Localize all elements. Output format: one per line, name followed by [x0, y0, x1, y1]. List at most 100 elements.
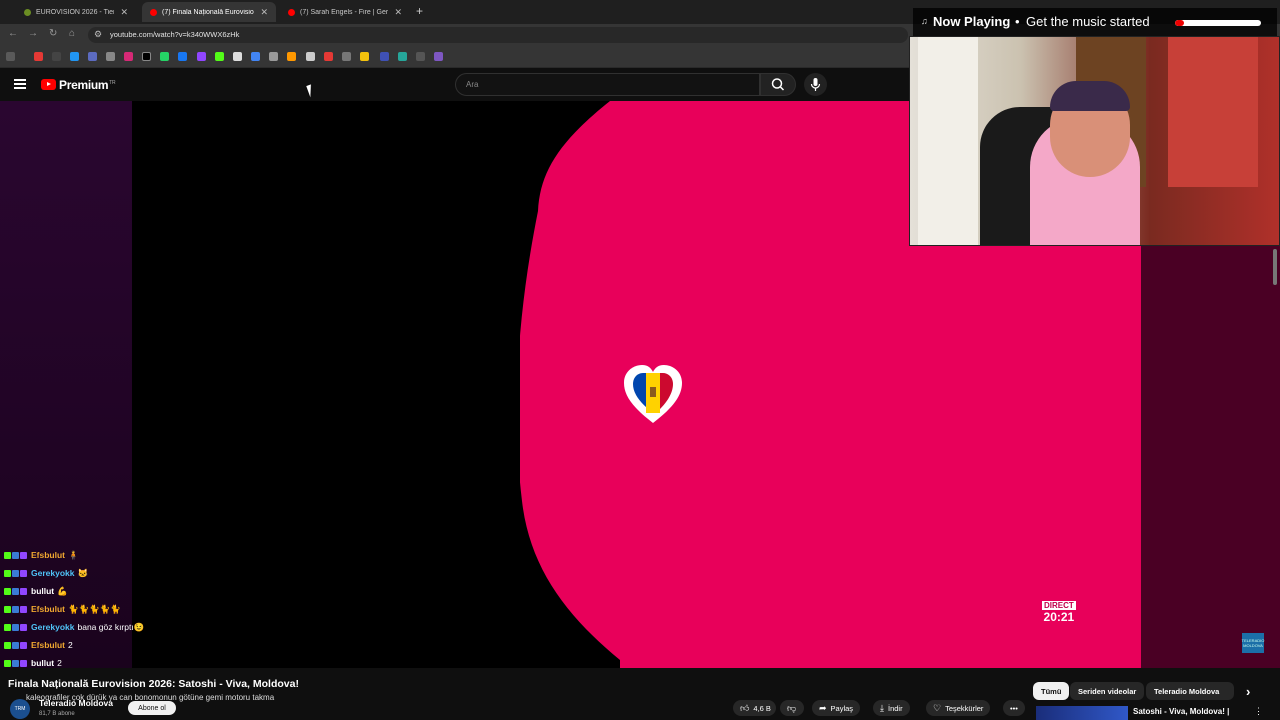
facebook-icon[interactable] — [178, 52, 187, 61]
chat-badges-icon — [4, 623, 27, 631]
chat-username: Gerekyokk — [31, 568, 75, 578]
chip-all[interactable]: Tümü — [1033, 682, 1070, 700]
song-progress-bar — [1175, 20, 1261, 26]
chat-text: 2 — [57, 658, 62, 668]
recommended-more-icon[interactable]: ⋮ — [1254, 706, 1263, 717]
tab-title: (7) Sarah Engels - Fire | German — [300, 8, 389, 16]
bookmark-icon[interactable] — [306, 52, 315, 61]
chat-badges-icon — [4, 659, 27, 667]
twitch-icon[interactable] — [197, 52, 206, 61]
url-text: youtube.com/watch?v=k340WWX6zHk — [110, 30, 240, 39]
chips-next-icon[interactable]: › — [1238, 682, 1258, 700]
youtube-premium-logo[interactable]: PremiumTR — [59, 78, 116, 92]
chat-text: bana göz kırptı — [77, 622, 134, 632]
tab-sarah-engels[interactable]: (7) Sarah Engels - Fire | German ✕ — [280, 2, 410, 22]
youtube-logo-icon[interactable] — [41, 79, 56, 90]
chat-message: Efsbulut 2 — [4, 636, 304, 654]
chat-emote-icon: 😉 — [133, 621, 145, 632]
thanks-button[interactable]: ♡ Teşekkürler — [926, 700, 991, 716]
bookmark-icon[interactable] — [52, 52, 61, 61]
broadcast-time: 20:21 — [1043, 610, 1075, 624]
bookmark-icon[interactable] — [34, 52, 43, 61]
bookmark-icon[interactable] — [360, 52, 369, 61]
thumbs-down-icon: 👎︎ — [787, 702, 797, 713]
recommended-video-title[interactable]: Satoshi - Viva, Moldova! | — [1133, 707, 1229, 716]
chat-message: Efsbulut 🧍 — [4, 546, 304, 564]
forward-icon[interactable]: → — [28, 28, 38, 39]
separator: • — [1015, 14, 1020, 29]
site-info-icon[interactable]: ⚙ — [94, 29, 102, 40]
hamburger-menu-icon[interactable] — [14, 79, 26, 89]
chat-username: Efsbulut — [31, 640, 65, 650]
thanks-heart-icon: ♡ — [933, 702, 942, 713]
new-tab-button[interactable]: + — [416, 4, 423, 18]
share-button[interactable]: ➦ Paylaş — [812, 700, 861, 716]
recommended-video-thumbnail[interactable] — [1036, 706, 1128, 720]
url-field[interactable]: ⚙ youtube.com/watch?v=k340WWX6zHk — [88, 27, 908, 43]
close-tab-icon[interactable]: ✕ — [120, 7, 128, 18]
bookmark-icon[interactable] — [398, 52, 407, 61]
dislike-button[interactable]: 👎︎ — [780, 700, 804, 716]
bookmark-icon[interactable] — [434, 52, 443, 61]
whatsapp-icon[interactable] — [160, 52, 169, 61]
tab-eurovision-tier-list[interactable]: EUROVISION 2026 - Tier List, B ✕ — [16, 2, 136, 22]
download-label: İndir — [887, 703, 903, 713]
apps-icon[interactable] — [6, 52, 15, 61]
home-icon[interactable]: ⌂ — [69, 28, 75, 39]
bookmark-icon[interactable] — [287, 52, 296, 61]
chip-series-videos[interactable]: Seriden videolar — [1070, 682, 1145, 700]
thanks-label: Teşekkürler — [945, 703, 984, 713]
bookmark-icon[interactable] — [269, 52, 278, 61]
webcam-cabinet — [1168, 37, 1258, 187]
dark-curve-shape — [500, 101, 620, 668]
like-button[interactable]: 👍︎ 4,6 B — [733, 700, 776, 716]
like-count: 4,6 B — [753, 703, 771, 713]
chat-emote-icon: 🐱 — [77, 567, 89, 578]
bookmark-icon[interactable] — [342, 52, 351, 61]
bookmark-icon[interactable] — [324, 52, 333, 61]
channel-avatar[interactable]: TRM — [10, 699, 30, 719]
bookmark-icon[interactable] — [380, 52, 389, 61]
bookmark-icon[interactable] — [88, 52, 97, 61]
tab-title: EUROVISION 2026 - Tier List, B — [36, 8, 115, 16]
bookmark-icon[interactable] — [106, 52, 115, 61]
chat-badges-icon — [4, 605, 27, 613]
song-title: Get the music started — [1026, 14, 1150, 29]
kick-icon[interactable] — [215, 52, 224, 61]
back-icon[interactable]: ← — [8, 28, 18, 39]
scrollbar-thumb[interactable] — [1273, 249, 1277, 285]
chat-username: Efsbulut — [31, 604, 65, 614]
chat-overlay: Efsbulut 🧍 Gerekyokk 🐱 bullut 💪 Efsbulut 🐈🐈🐈🐈🐈 G… — [4, 546, 304, 672]
bookmark-icon[interactable] — [233, 52, 242, 61]
chat-message: Efsbulut 🐈🐈🐈🐈🐈 — [4, 600, 304, 618]
search-button[interactable] — [760, 73, 796, 96]
region-code: TR — [109, 80, 116, 86]
download-button[interactable]: ⤓ İndir — [873, 700, 910, 716]
video-title: Finala Națională Eurovision 2026: Satosh… — [8, 678, 299, 690]
chat-badges-icon — [4, 641, 27, 649]
bookmark-icon[interactable] — [251, 52, 260, 61]
bookmark-icon[interactable] — [416, 52, 425, 61]
webcam-door — [918, 37, 978, 245]
microphone-icon — [810, 78, 821, 91]
tab-finala-nationala[interactable]: (7) Finala Națională Eurovision ✕ — [142, 2, 276, 22]
more-actions-button[interactable]: ••• — [1003, 700, 1025, 716]
chip-channel[interactable]: Teleradio Moldova — [1146, 682, 1234, 700]
bookmark-icon[interactable] — [70, 52, 79, 61]
subscribe-button[interactable]: Abone ol — [128, 701, 176, 715]
reload-icon[interactable]: ↻ — [49, 28, 57, 39]
now-playing-label: Now Playing — [933, 14, 1011, 29]
x-icon[interactable] — [142, 52, 151, 61]
chat-badges-icon — [4, 551, 27, 559]
tab-title: (7) Finala Națională Eurovision — [162, 8, 255, 16]
search-input[interactable]: Ara — [455, 73, 760, 96]
instagram-icon[interactable] — [124, 52, 133, 61]
channel-watermark: TELERADIO MOLDOVA — [1242, 633, 1264, 653]
close-tab-icon[interactable]: ✕ — [260, 7, 268, 18]
webcam-bandana — [1050, 81, 1130, 111]
share-label: Paylaş — [830, 703, 854, 713]
channel-name[interactable]: Teleradio Moldova — [39, 698, 113, 708]
voice-search-button[interactable] — [804, 73, 827, 96]
close-tab-icon[interactable]: ✕ — [394, 7, 402, 18]
chat-badges-icon — [4, 587, 27, 595]
